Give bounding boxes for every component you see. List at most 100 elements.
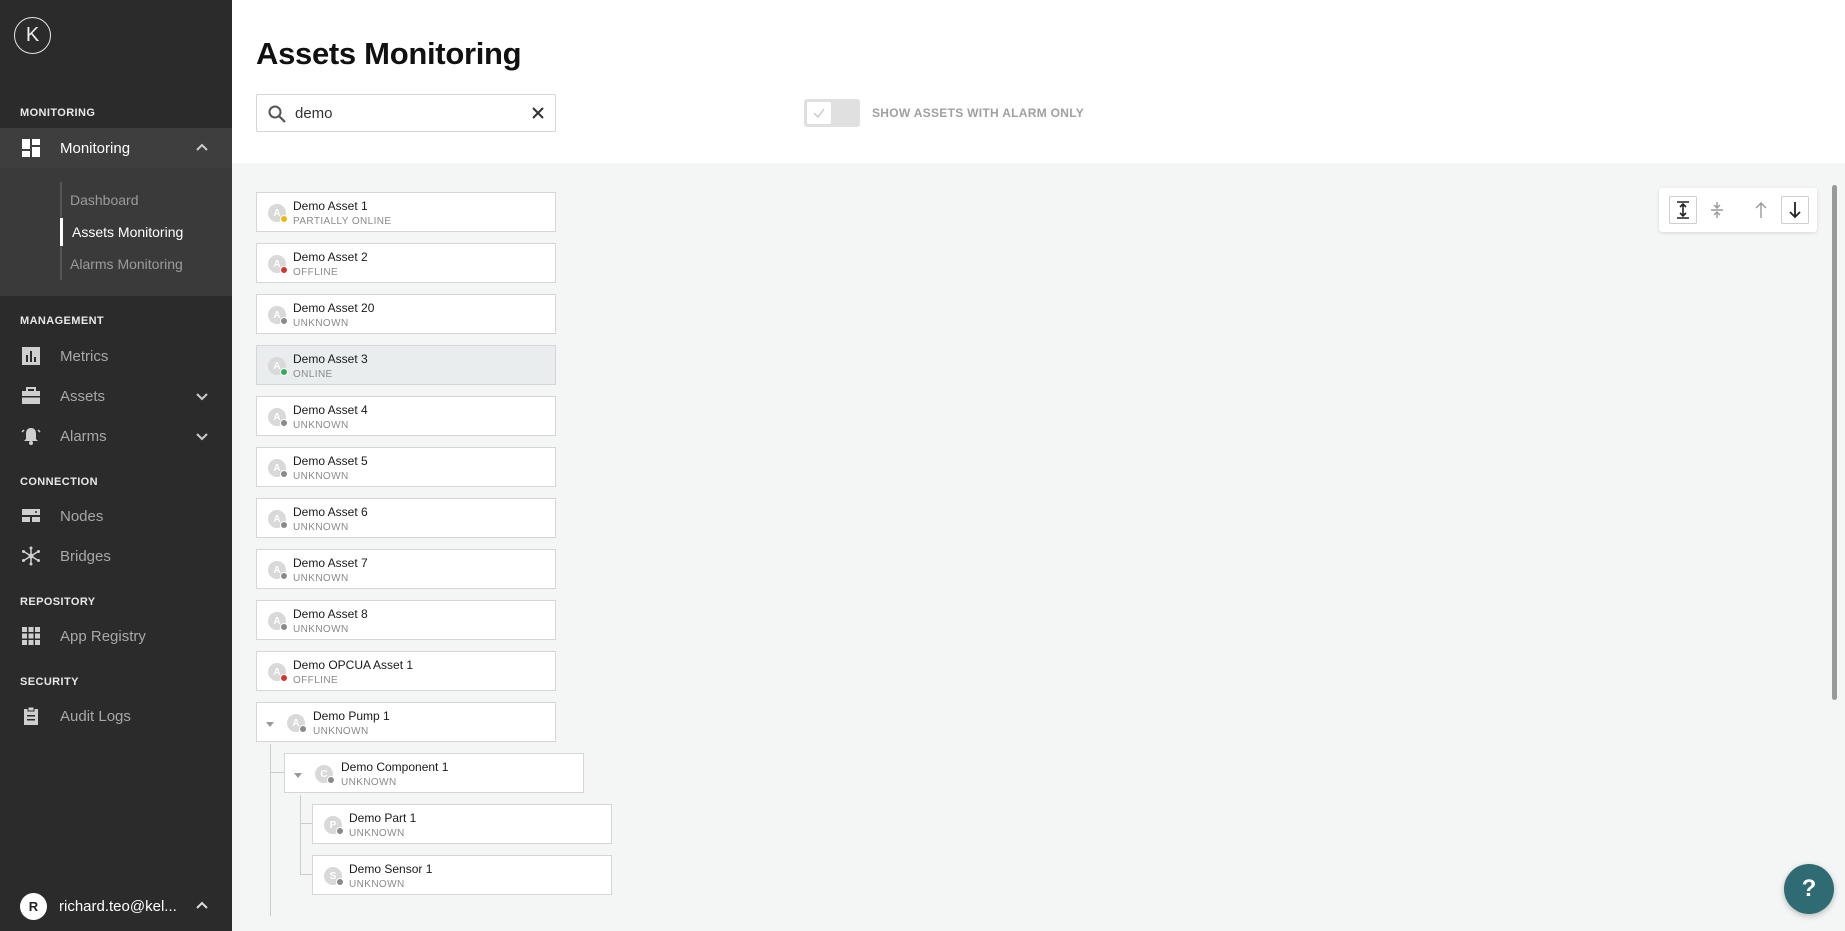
tree-connector — [300, 823, 312, 824]
dashboard-icon — [20, 137, 42, 159]
sidebar-item-bridges[interactable]: Bridges — [0, 536, 232, 576]
asset-card[interactable]: A Demo Asset 5 UNKNOWN — [256, 447, 556, 487]
asset-status: UNKNOWN — [293, 471, 349, 482]
sidebar-item-metrics[interactable]: Metrics — [0, 336, 232, 376]
status-dot — [280, 674, 288, 682]
sidebar-item-label: Bridges — [60, 547, 111, 565]
status-dot — [280, 572, 288, 580]
status-dot — [280, 470, 288, 478]
asset-icon: A — [268, 255, 288, 274]
alarm-bell-icon — [20, 425, 42, 447]
toggle-label: SHOW ASSETS WITH ALARM ONLY — [872, 106, 1085, 120]
tree-connector — [300, 795, 301, 874]
asset-card[interactable]: A Demo Asset 2 OFFLINE — [256, 243, 556, 283]
help-button[interactable]: ? — [1784, 864, 1834, 914]
expand-all-button[interactable] — [1669, 196, 1697, 224]
asset-icon: A — [268, 204, 288, 223]
sidebar-item-label: Assets — [60, 387, 106, 405]
asset-icon: A — [268, 612, 288, 631]
caret-down-icon[interactable] — [293, 770, 303, 780]
asset-card[interactable]: P Demo Part 1 UNKNOWN — [312, 804, 612, 844]
asset-status: UNKNOWN — [293, 318, 349, 329]
asset-name: Demo Component 1 — [341, 760, 449, 774]
close-icon[interactable] — [530, 105, 546, 121]
sidebar-item-alarms[interactable]: Alarms — [0, 416, 232, 456]
component-icon: C — [315, 765, 335, 784]
asset-status: UNKNOWN — [349, 879, 405, 890]
arrow-up-icon — [1755, 202, 1767, 218]
server-node-icon — [20, 505, 42, 527]
caret-down-icon[interactable] — [265, 719, 275, 729]
sidebar-item-app-registry[interactable]: App Registry — [0, 616, 232, 656]
search-icon — [268, 105, 286, 123]
status-dot — [299, 725, 307, 733]
asset-card[interactable]: A Demo Asset 8 UNKNOWN — [256, 600, 556, 640]
avatar: R — [20, 892, 47, 920]
sidebar-item-label: Nodes — [60, 507, 104, 525]
asset-name: Demo Asset 8 — [293, 607, 368, 621]
chevron-down-icon — [196, 433, 208, 441]
status-dot — [336, 827, 344, 835]
page-title: Assets Monitoring — [256, 36, 522, 71]
status-dot — [336, 878, 344, 886]
sidebar-item-nodes[interactable]: Nodes — [0, 496, 232, 536]
scroll-up-button[interactable] — [1747, 196, 1775, 224]
asset-status: UNKNOWN — [349, 828, 405, 839]
scroll-down-button[interactable] — [1781, 196, 1809, 224]
vertical-scrollbar[interactable] — [1832, 185, 1837, 700]
user-name: richard.teo@kel... — [59, 897, 177, 915]
sidebar-item-monitoring[interactable]: Monitoring — [0, 128, 232, 168]
asset-card[interactable]: A Demo Asset 1 PARTIALLY ONLINE — [256, 192, 556, 232]
asset-card[interactable]: A Demo Asset 7 UNKNOWN — [256, 549, 556, 589]
status-dot — [280, 368, 288, 376]
asset-icon: A — [268, 510, 288, 529]
tree-connector — [270, 772, 284, 773]
sidebar-item-label: Metrics — [60, 347, 109, 365]
sidebar-item-label: Alarms — [60, 427, 107, 445]
search-input[interactable] — [295, 103, 515, 123]
sub-item-assets-monitoring[interactable]: Assets Monitoring — [60, 218, 183, 246]
toggle-knob — [807, 102, 831, 124]
user-menu[interactable]: R richard.teo@kel... — [0, 888, 232, 924]
section-monitoring: MONITORING — [20, 107, 96, 119]
asset-name: Demo Asset 2 — [293, 250, 368, 264]
asset-card[interactable]: A Demo Asset 20 UNKNOWN — [256, 294, 556, 334]
sidebar-item-audit-logs[interactable]: Audit Logs — [0, 696, 232, 736]
tree-view-tools — [1659, 188, 1817, 232]
asset-status: PARTIALLY ONLINE — [293, 216, 392, 227]
asset-status: UNKNOWN — [341, 777, 397, 788]
asset-card[interactable]: A Demo Asset 4 UNKNOWN — [256, 396, 556, 436]
sidebar-item-assets[interactable]: Assets — [0, 376, 232, 416]
bridge-network-icon — [20, 545, 42, 567]
asset-icon: A — [268, 408, 288, 427]
chevron-down-icon — [196, 393, 208, 401]
asset-card[interactable]: A Demo Asset 6 UNKNOWN — [256, 498, 556, 538]
asset-name: Demo Sensor 1 — [349, 862, 433, 876]
asset-card[interactable]: A Demo OPCUA Asset 1 OFFLINE — [256, 651, 556, 691]
monitoring-submenu: Dashboard Assets Monitoring Alarms Monit… — [0, 168, 232, 296]
asset-icon: A — [287, 714, 307, 733]
status-dot — [327, 776, 335, 784]
bar-chart-icon — [20, 345, 42, 367]
collapse-all-button[interactable] — [1703, 196, 1731, 224]
section-connection: CONNECTION — [20, 476, 98, 488]
clipboard-icon — [20, 705, 42, 727]
asset-name: Demo Asset 7 — [293, 556, 368, 570]
logo[interactable]: K — [14, 17, 51, 54]
status-dot — [280, 419, 288, 427]
arrow-down-icon — [1789, 202, 1801, 219]
asset-status: UNKNOWN — [293, 522, 349, 533]
expand-vertical-icon — [1677, 201, 1689, 219]
asset-card[interactable]: A Demo Asset 3 ONLINE — [256, 345, 556, 385]
sub-item-dashboard[interactable]: Dashboard — [60, 186, 139, 214]
asset-status: UNKNOWN — [293, 573, 349, 584]
search-box — [256, 94, 556, 132]
status-dot — [280, 521, 288, 529]
sidebar-item-label: App Registry — [60, 627, 146, 645]
sub-item-alarms-monitoring[interactable]: Alarms Monitoring — [60, 250, 183, 278]
asset-card[interactable]: C Demo Component 1 UNKNOWN — [284, 753, 584, 793]
asset-card[interactable]: A Demo Pump 1 UNKNOWN — [256, 702, 556, 742]
asset-card[interactable]: S Demo Sensor 1 UNKNOWN — [312, 855, 612, 895]
alarm-only-toggle[interactable] — [804, 99, 860, 127]
sidebar-item-label: Monitoring — [60, 139, 131, 157]
